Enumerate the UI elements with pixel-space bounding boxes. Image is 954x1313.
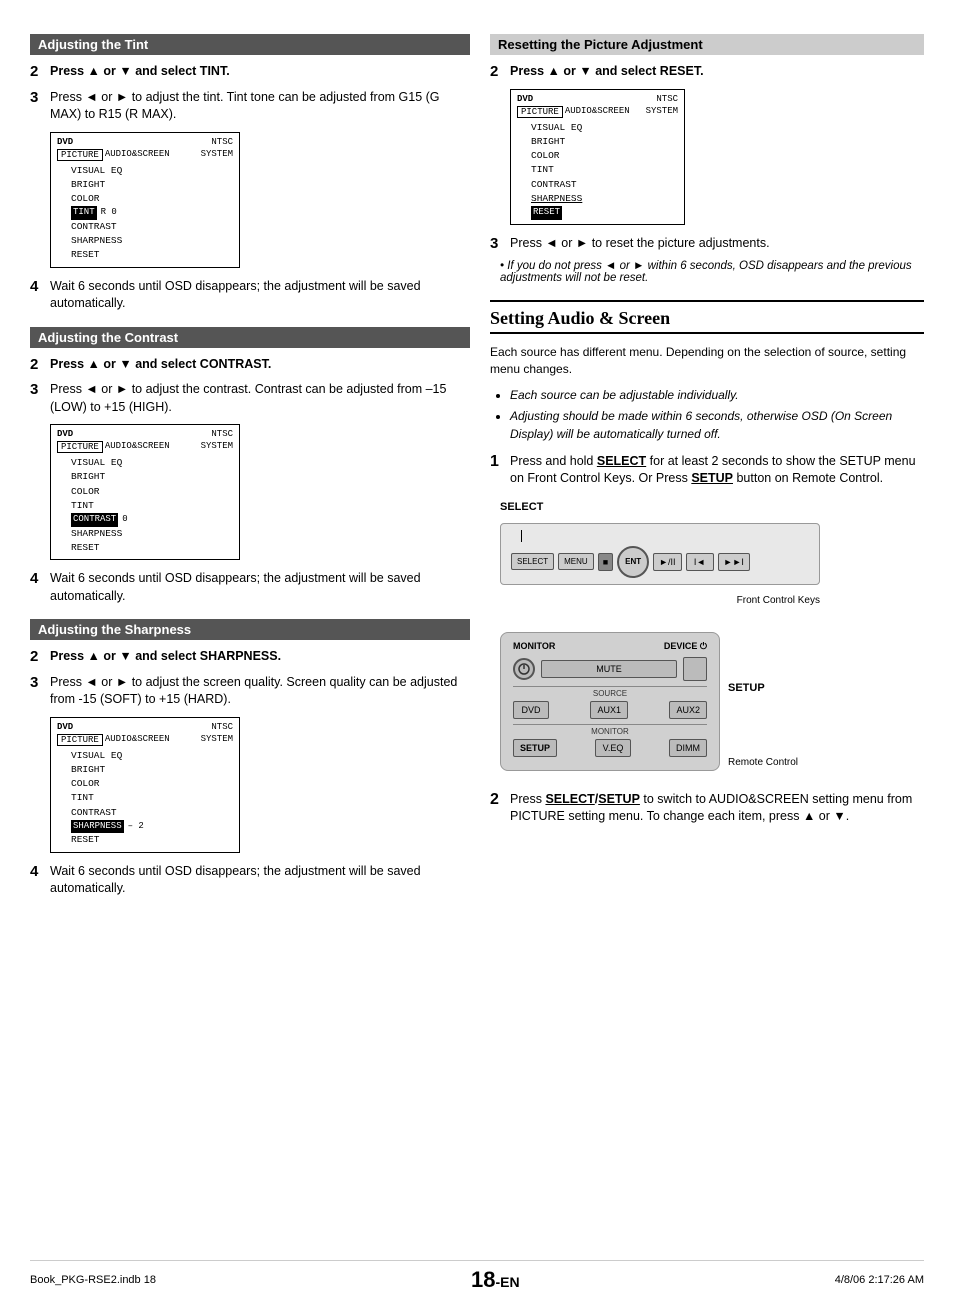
remote-caption: Remote Control <box>728 757 798 768</box>
tint-step2: 2 Press ▲ or ▼ and select TINT. <box>30 63 470 81</box>
source-label: SOURCE <box>513 686 707 698</box>
remote-diagram: MONITOR DEVICE ⏻ MUTE SOURCE DVD <box>500 632 720 771</box>
audio-screen-bullets: Each source can be adjustable individual… <box>490 386 924 443</box>
tint-step4: 4 Wait 6 seconds until OSD disappears; t… <box>30 278 470 313</box>
mute-btn: MUTE <box>541 660 677 678</box>
play-pause-btn: ►/II <box>653 553 681 571</box>
select-label: SELECT <box>500 498 924 513</box>
tint-osd-box: DVD NTSC PICTURE AUDIO&SCREEN SYSTEM VIS… <box>50 132 240 268</box>
aux1-btn: AUX1 <box>590 701 628 719</box>
page-footer: Book_PKG-RSE2.indb 18 18-EN 4/8/06 2:17:… <box>30 1260 924 1293</box>
dvd-btn: DVD <box>513 701 549 719</box>
tint-section-header: Adjusting the Tint <box>30 34 470 55</box>
sharpness-section-header: Adjusting the Sharpness <box>30 619 470 640</box>
front-keys-container: SELECT MENU ■ ENT ►/II I◄ ►►I Front Cont… <box>500 523 924 606</box>
front-keys-caption: Front Control Keys <box>500 595 820 606</box>
page-footer-left: Book_PKG-RSE2.indb 18 <box>30 1274 156 1286</box>
select-btn: SELECT <box>511 553 554 570</box>
page-footer-right: 4/8/06 2:17:26 AM <box>835 1274 924 1286</box>
veq-btn: V.EQ <box>595 739 631 757</box>
monitor-label2: MONITOR <box>513 724 707 736</box>
aux2-btn: AUX2 <box>669 701 707 719</box>
contrast-step2: 2 Press ▲ or ▼ and select CONTRAST. <box>30 356 470 374</box>
contrast-osd-box: DVD NTSC PICTURE AUDIO&SCREEN SYSTEM VIS… <box>50 424 240 560</box>
contrast-section: Adjusting the Contrast 2 Press ▲ or ▼ an… <box>30 327 470 606</box>
reset-step2: 2 Press ▲ or ▼ and select RESET. <box>490 63 924 81</box>
reset-osd-box: DVD NTSC PICTURE AUDIO&SCREEN SYSTEM VIS… <box>510 89 685 225</box>
left-column: Adjusting the Tint 2 Press ▲ or ▼ and se… <box>30 20 470 1283</box>
monitor-power-btn <box>513 658 535 680</box>
setup-btn: SETUP <box>513 739 557 757</box>
reset-section: Resetting the Picture Adjustment 2 Press… <box>490 34 924 284</box>
next-btn: ►►I <box>718 553 750 571</box>
audio-step2: 2 Press SELECT/SETUP to switch to AUDIO&… <box>490 791 924 826</box>
sharpness-step3: 3 Press ◄ or ► to adjust the screen qual… <box>30 674 470 709</box>
stop-btn: ■ <box>598 553 613 571</box>
sharpness-step4: 4 Wait 6 seconds until OSD disappears; t… <box>30 863 470 898</box>
right-column: Resetting the Picture Adjustment 2 Press… <box>490 20 924 1283</box>
ent-btn: ENT <box>617 546 649 578</box>
menu-btn: MENU <box>558 553 594 570</box>
audio-screen-section: Setting Audio & Screen Each source has d… <box>490 300 924 826</box>
reset-note: • If you do not press ◄ or ► within 6 se… <box>490 260 924 284</box>
audio-screen-intro: Each source has different menu. Dependin… <box>490 344 924 378</box>
reset-step3: 3 Press ◄ or ► to reset the picture adju… <box>490 235 924 253</box>
contrast-section-header: Adjusting the Contrast <box>30 327 470 348</box>
contrast-step3: 3 Press ◄ or ► to adjust the contrast. C… <box>30 381 470 416</box>
audio-screen-header: Setting Audio & Screen <box>490 308 924 334</box>
setup-side-label: SETUP <box>728 682 798 694</box>
sharpness-osd-box: DVD NTSC PICTURE AUDIO&SCREEN SYSTEM VIS… <box>50 717 240 853</box>
sharpness-step2: 2 Press ▲ or ▼ and select SHARPNESS. <box>30 648 470 666</box>
reset-section-header: Resetting the Picture Adjustment <box>490 34 924 55</box>
contrast-step4: 4 Wait 6 seconds until OSD disappears; t… <box>30 570 470 605</box>
remote-container: MONITOR DEVICE ⏻ MUTE SOURCE DVD <box>500 622 924 781</box>
prev-btn: I◄ <box>686 553 714 571</box>
audio-step1: 1 Press and hold SELECT for at least 2 s… <box>490 453 924 488</box>
sharpness-section: Adjusting the Sharpness 2 Press ▲ or ▼ a… <box>30 619 470 898</box>
tint-step3: 3 Press ◄ or ► to adjust the tint. Tint … <box>30 89 470 124</box>
page-number: 18-EN <box>471 1267 520 1293</box>
dimm-btn: DIMM <box>669 739 707 757</box>
front-keys-diagram: SELECT MENU ■ ENT ►/II I◄ ►►I <box>500 523 820 585</box>
tint-section: Adjusting the Tint 2 Press ▲ or ▼ and se… <box>30 34 470 313</box>
